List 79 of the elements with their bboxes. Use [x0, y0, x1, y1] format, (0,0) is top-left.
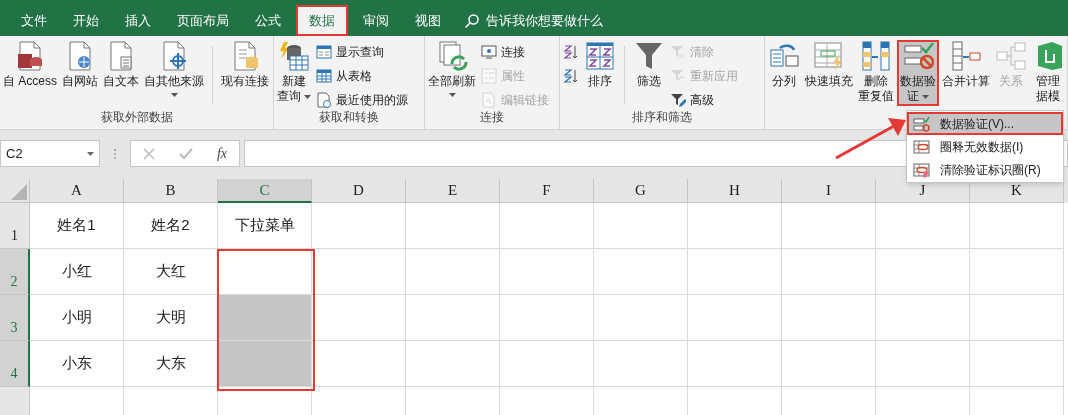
ribbon-tab[interactable]: 视图 — [404, 5, 452, 36]
table-icon — [316, 68, 332, 84]
ribbon-tab[interactable]: 开始 — [62, 5, 110, 36]
name-box[interactable]: C2 — [0, 140, 100, 167]
document-icon — [316, 92, 332, 108]
check-icon[interactable] — [178, 147, 193, 160]
ribbon-tab[interactable]: 文件 — [10, 5, 58, 36]
eraser-icon — [913, 161, 930, 178]
table-cell: 小红 — [30, 249, 124, 295]
table-cell: 小东 — [30, 341, 124, 387]
database-icon — [278, 40, 310, 72]
row-header[interactable]: 4 — [0, 341, 30, 387]
column-header[interactable]: C — [218, 179, 312, 203]
table-icon — [913, 138, 930, 155]
search-icon — [464, 12, 480, 29]
sort-icon — [563, 68, 579, 84]
table-icon — [860, 40, 892, 72]
sort-icon — [584, 40, 616, 72]
ribbon-button[interactable]: 从表格 — [316, 65, 408, 87]
table-icon — [950, 40, 982, 72]
sort-icon — [563, 44, 579, 60]
group-label: 获取外部数据 — [100, 109, 173, 126]
ribbon-tab[interactable]: 公式 — [244, 5, 292, 36]
search-field[interactable]: 告诉我你想要做什么 — [464, 5, 603, 36]
row-header[interactable]: 1 — [0, 203, 30, 249]
ribbon-button[interactable]: 自网站 — [60, 40, 100, 106]
menu-item[interactable]: 圈释无效数据(I) — [907, 135, 1063, 158]
ribbon-button[interactable]: 数据验 证 — [897, 40, 939, 106]
table-icon — [316, 44, 332, 60]
monitor-icon — [481, 44, 497, 60]
row-header[interactable]: 3 — [0, 295, 30, 341]
ribbon-button[interactable]: 显示查询 — [316, 41, 408, 63]
ribbon-button[interactable]: 删除 重复值 — [856, 40, 896, 106]
list-icon — [481, 68, 497, 84]
menu-item[interactable]: 清除验证标识圈(R) — [907, 158, 1063, 181]
filter-icon — [670, 92, 686, 108]
ribbon-button[interactable]: 自其他来源 — [142, 40, 206, 106]
ribbon-button[interactable]: 合并计算 — [940, 40, 992, 106]
menu-item[interactable]: 数据验证(V)... — [907, 112, 1063, 135]
table-cell: 姓名2 — [124, 203, 218, 249]
table-cell: 姓名1 — [30, 203, 124, 249]
ribbon-button[interactable]: 排序 — [582, 40, 618, 106]
ribbon-button[interactable]: 管理 据模 — [1030, 40, 1066, 106]
close-icon[interactable] — [142, 147, 155, 160]
ribbon-tab[interactable]: 审阅 — [352, 5, 400, 36]
filter-icon — [670, 44, 686, 60]
ribbon-tab[interactable]: 数据 — [296, 5, 348, 36]
ribbon-button[interactable]: 分列 — [766, 40, 802, 106]
ribbon-button[interactable]: 筛选 — [631, 40, 667, 106]
row-header[interactable]: 2 — [0, 249, 30, 295]
ribbon-button[interactable]: 自文本 — [101, 40, 141, 106]
group-label: 排序和筛选 — [632, 109, 692, 126]
ribbon-button[interactable]: 新建 查询 — [275, 40, 313, 106]
table-cell: 小明 — [30, 295, 124, 341]
ribbon-button[interactable]: 现有连接 — [219, 40, 271, 106]
checklist-icon — [902, 40, 934, 72]
diagram-icon — [995, 40, 1027, 72]
ribbon-tab[interactable]: 页面布局 — [166, 5, 240, 36]
ribbon-button[interactable]: 快速填充 — [803, 40, 855, 106]
arrow-annotation — [835, 118, 906, 160]
table-cell: 下拉菜单 — [218, 203, 312, 249]
ribbon-button[interactable]: 全部刷新 — [426, 40, 478, 106]
ribbon-button[interactable]: 连接 — [481, 41, 549, 63]
grip-icon[interactable] — [113, 148, 117, 160]
checklist-icon — [913, 115, 930, 132]
caret-icon — [87, 151, 94, 156]
group-label: 连接 — [480, 109, 504, 126]
filter-icon — [633, 40, 665, 72]
ribbon-button[interactable]: 最近使用的源 — [316, 89, 408, 111]
ribbon-tab[interactable]: 插入 — [114, 5, 162, 36]
group-label: 获取和转换 — [319, 109, 379, 126]
ribbon-button[interactable]: 自 Access — [1, 40, 59, 106]
function-button[interactable]: fx — [216, 143, 227, 164]
ribbon-button[interactable]: 高级 — [670, 89, 738, 111]
filter-icon — [670, 68, 686, 84]
document-icon — [481, 92, 497, 108]
refresh-icon — [436, 40, 468, 72]
select-all-icon[interactable] — [11, 184, 27, 200]
table-icon — [813, 40, 845, 72]
